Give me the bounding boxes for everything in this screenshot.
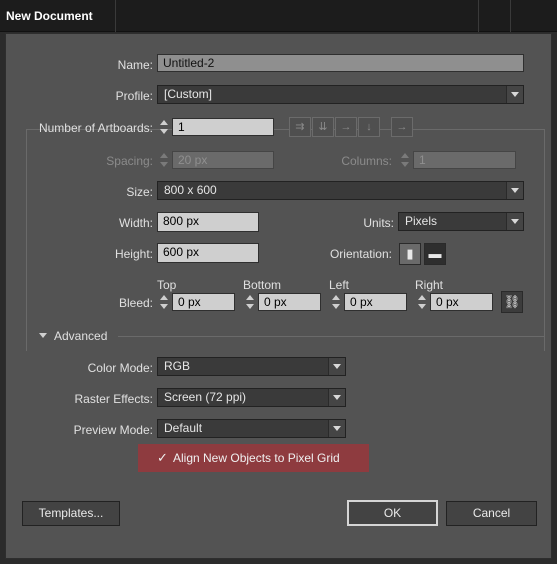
size-label: Size: <box>126 185 153 199</box>
portrait-orientation-icon[interactable]: ▮ <box>399 243 421 265</box>
height-label: Height: <box>114 247 153 261</box>
right-to-left-icon[interactable]: → <box>391 117 413 137</box>
units-value: Pixels <box>405 214 438 228</box>
raster-effects-value: Screen (72 ppi) <box>164 390 247 404</box>
bleed-left-field[interactable]: 0 px <box>344 293 407 311</box>
link-chain-icon[interactable]: ⛓ <box>501 291 523 313</box>
bleed-bottom-stepper-icon[interactable] <box>243 293 256 311</box>
color-mode-dropdown[interactable]: RGB <box>157 357 346 376</box>
preview-mode-dropdown[interactable]: Default <box>157 419 346 438</box>
units-label: Units: <box>363 216 394 230</box>
checkmark-icon: ✓ <box>157 450 168 465</box>
bleed-bottom-label: Bottom <box>243 278 282 292</box>
raster-effects-label: Raster Effects: <box>74 392 153 406</box>
name-field[interactable]: Untitled-2 <box>157 54 524 72</box>
spacing-field: 20 px <box>172 151 274 169</box>
chevron-down-icon <box>328 389 345 406</box>
color-mode-value: RGB <box>164 359 191 373</box>
preview-mode-label: Preview Mode: <box>73 423 153 437</box>
columns-field: 1 <box>413 151 516 169</box>
bleed-top-field[interactable]: 0 px <box>172 293 235 311</box>
grid-by-row-icon[interactable]: ⇉ <box>289 117 311 137</box>
preview-mode-value: Default <box>164 421 203 435</box>
artboards-field[interactable]: 1 <box>172 118 274 136</box>
profile-dropdown[interactable]: [Custom] <box>157 85 524 104</box>
orientation-label: Orientation: <box>329 247 392 261</box>
title-divider <box>478 0 479 32</box>
bleed-right-label: Right <box>415 278 444 292</box>
window-title: New Document <box>6 9 93 23</box>
bleed-label: Bleed: <box>118 296 153 310</box>
width-label: Width: <box>118 216 153 230</box>
spacing-stepper-icon <box>157 151 170 169</box>
arrange-by-column-icon[interactable]: ↓ <box>358 117 380 137</box>
bleed-right-stepper-icon[interactable] <box>415 293 428 311</box>
cancel-button[interactable]: Cancel <box>446 501 537 526</box>
width-field[interactable]: 800 px <box>157 212 259 232</box>
ok-button[interactable]: OK <box>347 500 438 526</box>
title-divider <box>115 0 116 32</box>
profile-label: Profile: <box>111 89 153 103</box>
size-dropdown[interactable]: 800 x 600 <box>157 181 524 200</box>
chevron-down-icon <box>506 86 523 103</box>
bleed-left-stepper-icon[interactable] <box>329 293 342 311</box>
artboards-stepper-icon[interactable] <box>157 118 170 136</box>
profile-value: [Custom] <box>164 87 213 101</box>
name-label: Name: <box>117 58 153 72</box>
chevron-down-icon <box>506 182 523 199</box>
columns-stepper-icon <box>398 151 411 169</box>
arrange-by-row-icon[interactable]: → <box>335 117 357 137</box>
advanced-label: Advanced <box>54 329 108 343</box>
units-dropdown[interactable]: Pixels <box>398 212 524 231</box>
chevron-down-icon <box>328 420 345 437</box>
bleed-top-stepper-icon[interactable] <box>157 293 170 311</box>
grid-by-column-icon[interactable]: ⇊ <box>312 117 334 137</box>
bleed-right-field[interactable]: 0 px <box>430 293 493 311</box>
size-value: 800 x 600 <box>164 183 217 197</box>
title-bar: New Document <box>0 0 557 32</box>
section-divider <box>118 336 545 337</box>
bleed-bottom-field[interactable]: 0 px <box>258 293 321 311</box>
chevron-down-icon <box>506 213 523 230</box>
spacing-label: Spacing: <box>106 154 153 168</box>
height-field[interactable]: 600 px <box>157 243 259 263</box>
advanced-toggle[interactable]: Advanced <box>39 329 107 343</box>
title-divider <box>510 0 511 32</box>
templates-button[interactable]: Templates... <box>22 501 120 526</box>
landscape-orientation-icon[interactable]: ▬ <box>424 243 446 265</box>
raster-effects-dropdown[interactable]: Screen (72 ppi) <box>157 388 346 407</box>
new-document-dialog: Name: Untitled-2 Profile: [Custom] Numbe… <box>5 33 552 559</box>
columns-label: Columns: <box>341 154 392 168</box>
bleed-top-label: Top <box>157 278 177 292</box>
align-pixel-grid-checkbox[interactable]: ✓ Align New Objects to Pixel Grid <box>138 444 369 472</box>
chevron-down-icon <box>328 358 345 375</box>
bleed-left-label: Left <box>329 278 350 292</box>
artboards-label: Number of Artboards: <box>38 121 153 135</box>
align-pixel-grid-label: Align New Objects to Pixel Grid <box>173 451 340 465</box>
color-mode-label: Color Mode: <box>87 361 153 375</box>
disclosure-triangle-icon <box>39 333 47 338</box>
